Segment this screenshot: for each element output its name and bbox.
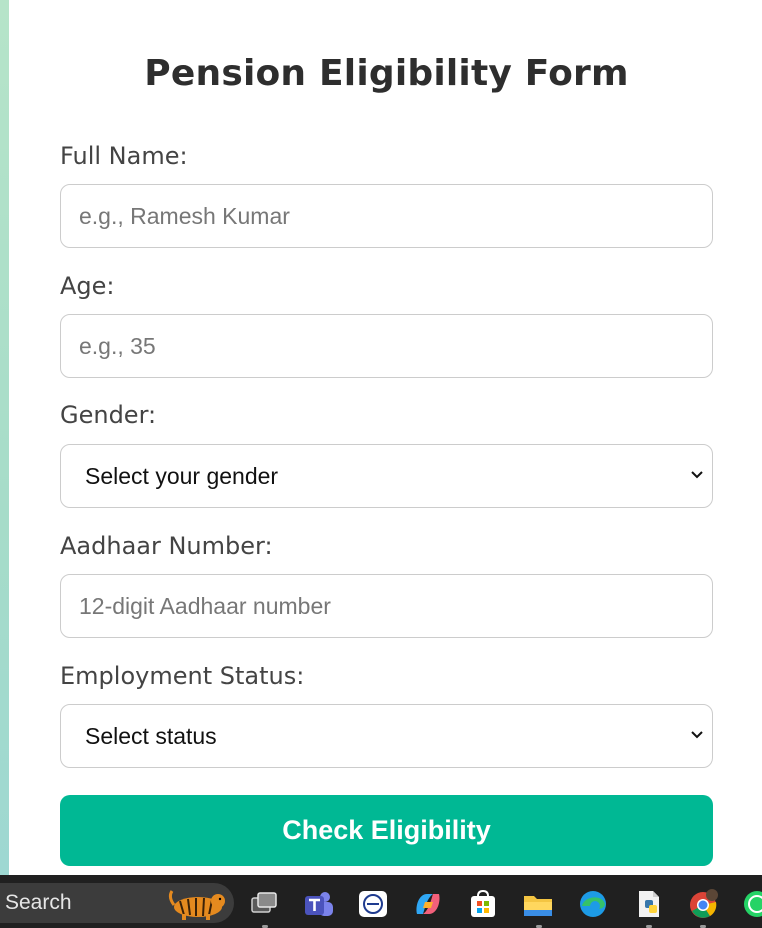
chrome-icon[interactable] [686,888,720,920]
employment-status-select[interactable]: Select status [60,704,713,768]
windows-taskbar: Search [0,875,762,928]
aadhaar-number-placeholder: 12-digit Aadhaar number [79,593,331,619]
employment-status-selected-value: Select status [85,723,217,749]
chevron-down-icon [691,471,703,479]
age-placeholder: e.g., 35 [79,333,156,359]
edge-icon[interactable] [576,888,610,920]
pension-eligibility-form: Pension Eligibility Form Full Name: e.g.… [0,0,762,875]
teams-icon[interactable] [302,888,336,920]
full-name-placeholder: e.g., Ramesh Kumar [79,203,290,229]
form-title: Pension Eligibility Form [144,53,629,94]
copilot-icon[interactable] [411,888,445,920]
python-file-icon[interactable] [632,888,666,920]
employment-status-label: Employment Status: [60,662,305,690]
file-explorer-icon[interactable] [521,888,555,920]
age-label: Age: [60,272,115,300]
age-input[interactable]: e.g., 35 [60,314,713,378]
full-name-label: Full Name: [60,142,188,170]
full-name-input[interactable]: e.g., Ramesh Kumar [60,184,713,248]
gender-select[interactable]: Select your gender [60,444,713,508]
check-eligibility-button[interactable]: Check Eligibility [60,795,713,866]
tiger-icon [168,890,225,920]
microsoft-store-icon[interactable] [466,888,500,920]
chevron-down-icon [691,731,703,739]
whatsapp-icon[interactable] [740,888,762,920]
aadhaar-number-label: Aadhaar Number: [60,532,273,560]
taskbar-search-box[interactable]: Search [0,883,234,923]
search-label: Search [5,891,72,914]
task-view-icon[interactable] [248,888,282,920]
gender-selected-value: Select your gender [85,463,279,489]
anydesk-app-icon[interactable] [356,888,390,920]
gender-label: Gender: [60,401,157,429]
aadhaar-number-input[interactable]: 12-digit Aadhaar number [60,574,713,638]
